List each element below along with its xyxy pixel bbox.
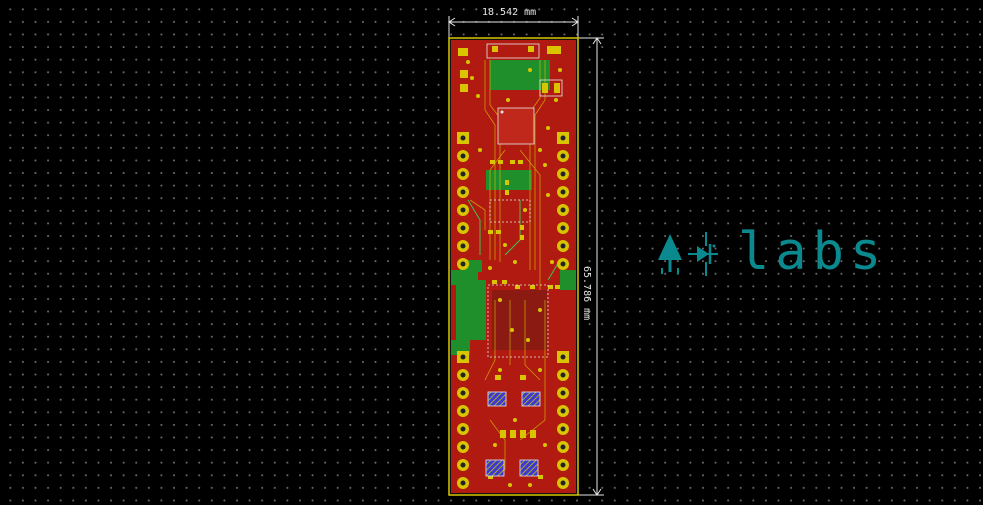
- header-pin-hole: [460, 243, 466, 249]
- via: [538, 148, 542, 152]
- header-pin-hole: [460, 408, 466, 414]
- via: [510, 328, 514, 332]
- via: [558, 68, 562, 72]
- via: [508, 483, 512, 487]
- via: [498, 368, 502, 372]
- via: [513, 260, 517, 264]
- header-pin-hole: [460, 426, 466, 432]
- via: [528, 68, 532, 72]
- via: [546, 126, 550, 130]
- header-pin-hole: [560, 261, 566, 267]
- header-pin-hole: [460, 462, 466, 468]
- via: [543, 163, 547, 167]
- header-pin-hole: [560, 171, 566, 177]
- mcu-footprint[interactable]: [497, 107, 535, 145]
- logo-antenna-diode-icon: [658, 232, 718, 276]
- via: [538, 308, 542, 312]
- header-pin-hole: [460, 354, 466, 360]
- via: [478, 148, 482, 152]
- header-pin-hole: [460, 189, 466, 195]
- via: [476, 94, 480, 98]
- header-pin-hole: [460, 372, 466, 378]
- pcb-board[interactable]: [448, 37, 579, 496]
- header-pin-hole: [560, 444, 566, 450]
- via: [470, 76, 474, 80]
- header-pin-hole: [560, 426, 566, 432]
- via: [493, 443, 497, 447]
- header-pin-hole: [560, 390, 566, 396]
- header-pin-hole: [560, 243, 566, 249]
- header-pin-hole: [560, 480, 566, 486]
- bottom-copper-zone: [456, 280, 486, 340]
- via: [488, 266, 492, 270]
- via: [523, 208, 527, 212]
- header-pin-hole: [560, 153, 566, 159]
- header-pin-hole: [560, 372, 566, 378]
- header-pin-hole: [560, 354, 566, 360]
- via: [550, 260, 554, 264]
- header-pin-hole: [560, 225, 566, 231]
- logo-wordmark: labs: [738, 222, 888, 282]
- header-pin-hole: [560, 462, 566, 468]
- header-pin-hole: [460, 225, 466, 231]
- via: [503, 243, 507, 247]
- via: [538, 368, 542, 372]
- header-pin-hole: [460, 261, 466, 267]
- via: [466, 60, 470, 64]
- header-pin-hole: [560, 189, 566, 195]
- header-pin-hole: [460, 171, 466, 177]
- via: [528, 483, 532, 487]
- header-pin-hole: [560, 135, 566, 141]
- header-pin-hole: [560, 408, 566, 414]
- via: [498, 298, 502, 302]
- header-pin-hole: [560, 207, 566, 213]
- via: [513, 418, 517, 422]
- via: [554, 98, 558, 102]
- header-pin-hole: [460, 207, 466, 213]
- bottom-copper-zone: [490, 60, 550, 90]
- via: [543, 443, 547, 447]
- header-pin-hole: [460, 444, 466, 450]
- header-pin-hole: [460, 135, 466, 141]
- via: [506, 98, 510, 102]
- header-pin-hole: [460, 390, 466, 396]
- header-pin-hole: [460, 480, 466, 486]
- via: [546, 193, 550, 197]
- via: [526, 338, 530, 342]
- header-pin-hole: [460, 153, 466, 159]
